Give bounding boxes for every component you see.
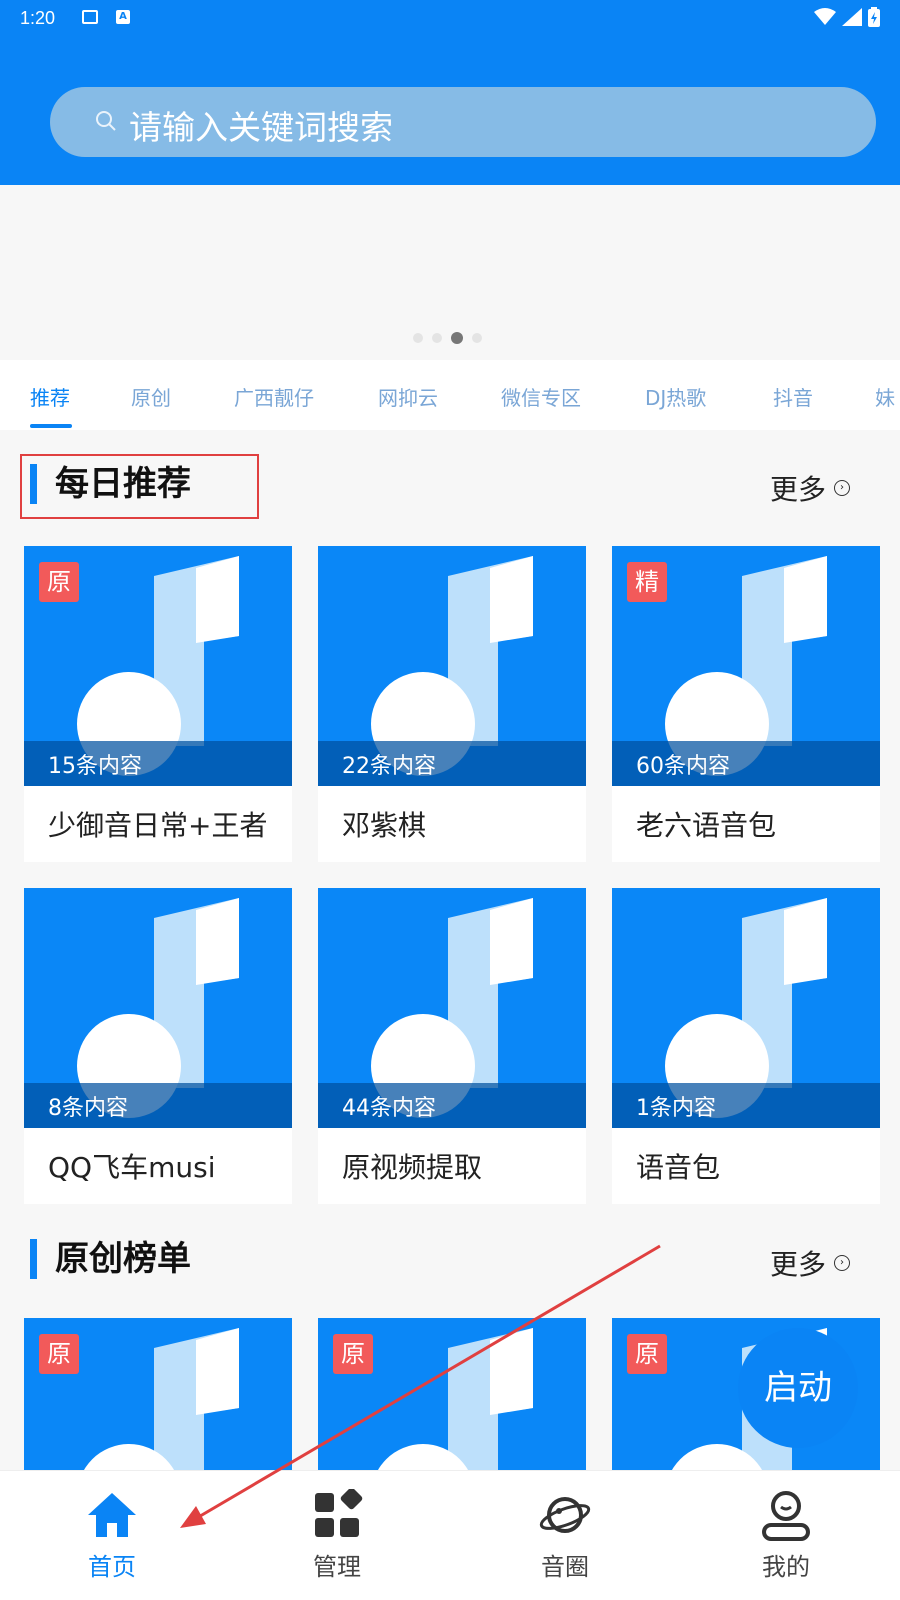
search-icon (96, 111, 116, 131)
tab-guangxi[interactable]: 广西靓仔 (234, 382, 314, 411)
content-count: 44条内容 (342, 1096, 436, 1121)
status-bar: 1:20 A (0, 0, 900, 36)
playlist-card[interactable]: 8条内容 QQ飞车musi (24, 888, 292, 1204)
daily-more-button[interactable]: 更多 › (770, 468, 850, 508)
image-notification-icon (82, 10, 98, 24)
carousel-dot[interactable] (432, 333, 442, 343)
playlist-card[interactable]: 44条内容 原视频提取 (318, 888, 586, 1204)
tab-recommend[interactable]: 推荐 (30, 382, 70, 411)
nav-label: 我的 (762, 1553, 810, 1581)
user-icon (762, 1491, 810, 1541)
carousel-dot[interactable] (472, 333, 482, 343)
nav-manage[interactable]: 管理 (277, 1489, 397, 1582)
nav-label: 管理 (313, 1553, 361, 1581)
chevron-right-icon: › (834, 1255, 850, 1271)
content-count: 8条内容 (48, 1096, 128, 1121)
home-icon (88, 1493, 136, 1537)
card-title: 老六语音包 (636, 809, 777, 842)
battery-icon (868, 7, 880, 27)
tab-wechat[interactable]: 微信专区 (501, 382, 581, 411)
original-badge: 原 (39, 1334, 79, 1374)
card-title: 少御音日常+王者 (48, 809, 268, 842)
search-placeholder: 请输入关键词搜索 (129, 108, 393, 147)
planet-icon (539, 1497, 591, 1533)
original-badge: 原 (39, 562, 79, 602)
more-label: 更多 (769, 473, 826, 506)
signal-icon (842, 8, 862, 26)
wifi-icon (814, 8, 836, 25)
content-count: 60条内容 (636, 754, 730, 779)
playlist-card[interactable]: 60条内容 精 老六语音包 (612, 546, 880, 862)
tab-active-indicator (30, 424, 72, 428)
original-badge: 原 (333, 1334, 373, 1374)
carousel-dot-active[interactable] (451, 332, 463, 344)
featured-badge: 精 (627, 562, 667, 602)
tab-dj[interactable]: DJ热歌 (645, 382, 706, 411)
content-count: 1条内容 (636, 1096, 716, 1121)
grid-icon (315, 1489, 363, 1537)
start-floating-button[interactable]: 启动 (738, 1328, 858, 1448)
carousel-dots (413, 332, 482, 344)
content-count: 22条内容 (342, 754, 436, 779)
chevron-right-icon: › (834, 480, 850, 496)
nav-home[interactable]: 首页 (52, 1489, 172, 1582)
nav-label: 首页 (88, 1553, 136, 1581)
card-title: QQ飞车musi (48, 1151, 216, 1184)
original-badge: 原 (627, 1334, 667, 1374)
ranking-more-button[interactable]: 更多 › (770, 1243, 850, 1283)
tab-wangyiyun[interactable]: 网抑云 (378, 382, 438, 411)
status-time: 1:20 (20, 8, 56, 28)
playlist-card[interactable]: 22条内容 邓紫棋 (318, 546, 586, 862)
category-tabs: 推荐 原创 广西靓仔 网抑云 微信专区 DJ热歌 抖音 妹 (0, 360, 900, 430)
annotation-highlight-box (20, 454, 259, 519)
ranking-card[interactable]: 原 (318, 1318, 586, 1470)
tab-original[interactable]: 原创 (131, 382, 171, 411)
tab-more-cut[interactable]: 妹 (875, 382, 895, 411)
section-title-ranking: 原创榜单 (30, 1239, 191, 1279)
nav-circle[interactable]: 音圈 (505, 1489, 625, 1582)
more-label: 更多 (769, 1248, 826, 1281)
nav-mine[interactable]: 我的 (726, 1489, 846, 1582)
nav-label: 音圈 (541, 1553, 589, 1581)
tab-douyin[interactable]: 抖音 (773, 382, 813, 411)
card-title: 原视频提取 (342, 1151, 483, 1184)
search-input[interactable]: 请输入关键词搜索 (50, 87, 876, 157)
card-title: 邓紫棋 (342, 809, 427, 842)
playlist-card[interactable]: 15条内容 原 少御音日常+王者 (24, 546, 292, 862)
status-indicators (814, 7, 880, 27)
header: 1:20 A 请输入关键词搜索 (0, 0, 900, 185)
carousel-dot[interactable] (413, 333, 423, 343)
playlist-card[interactable]: 1条内容 语音包 (612, 888, 880, 1204)
content-count: 15条内容 (48, 754, 142, 779)
card-title: 语音包 (636, 1151, 721, 1184)
bottom-nav: 首页 管理 音圈 我的 (0, 1470, 900, 1600)
ranking-card[interactable]: 原 (24, 1318, 292, 1470)
a-notification-icon: A (116, 10, 130, 24)
